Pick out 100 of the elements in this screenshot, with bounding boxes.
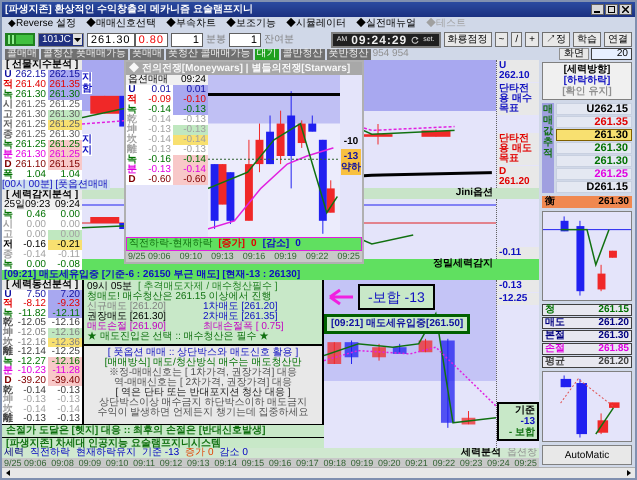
tracking-value: 261.25 <box>593 169 629 179</box>
tracking-value: D261.15 <box>585 182 629 192</box>
row-label: 坤 <box>126 125 138 135</box>
table-cell: -12.36 <box>48 338 82 348</box>
close-button[interactable] <box>619 4 632 15</box>
order-value: 261.20 <box>598 318 629 328</box>
tool-button[interactable]: ↗정 <box>542 32 570 47</box>
table-cell: 261.25 <box>48 150 82 160</box>
strategy-line: [매매방식] 매도/청산방식 매수는 매도청산만 <box>104 358 302 368</box>
table-cell-text: 7.50 <box>26 290 46 300</box>
row-label: 녹 <box>2 308 14 318</box>
order-value: 261.30 <box>598 331 629 341</box>
menu-item[interactable]: ◆부속차트 <box>166 19 216 29</box>
table-cell-text: -0.13 <box>147 165 172 175</box>
popup-title: ◆ 전의전쟁[Moneywars] | 별들의전쟁[Starwars] <box>126 62 362 75</box>
panel-title: [ 세력동선분석 ] <box>2 280 82 290</box>
value-label: -0.13 <box>497 280 539 292</box>
table-cell-text: -0.13 <box>22 414 47 424</box>
table-cell: 261.30 <box>48 110 82 120</box>
time-label: 09:25 <box>337 251 360 262</box>
trend-box: -보합 -13 <box>358 284 435 310</box>
row-label: 坤 <box>2 395 14 405</box>
table-cell-text: -0.13 <box>56 386 81 396</box>
menu-item[interactable]: ◆시뮬레이터 <box>286 19 346 29</box>
table-cell-text: -0.13 <box>56 395 81 405</box>
screen-field[interactable]: 20 <box>591 48 632 60</box>
row-label: 坎 <box>126 135 138 145</box>
row-label: 離 <box>126 145 138 155</box>
time-label: 09:12 <box>160 458 182 468</box>
notice-text: [00시 00분] [풋옵션매매 <box>2 180 110 190</box>
screen-label[interactable]: 화면 <box>559 48 589 60</box>
value-label: -0.11 <box>497 247 539 259</box>
table-cell-text: 0.00 <box>26 220 47 230</box>
row-label: 적 <box>126 95 138 105</box>
row-label: 고 <box>2 110 14 120</box>
status-text: 직전하락 <box>30 448 70 458</box>
menu-item[interactable]: ◆실전매뉴얼 <box>356 19 416 29</box>
table-cell: -0.13 <box>173 105 208 115</box>
footer-label: [증가] <box>218 239 246 249</box>
time-label: 09:14 <box>214 458 237 468</box>
row-label: 乾 <box>3 386 14 396</box>
tool-button[interactable]: / <box>511 32 522 47</box>
tool-button[interactable]: + <box>525 32 539 47</box>
order-label: 청 <box>545 305 555 315</box>
symbol-dropdown[interactable]: 101JC <box>38 32 84 46</box>
table-cell-text: -0.13 <box>182 115 207 125</box>
table-cell-text: -0.16 <box>147 155 172 165</box>
left-arrow-icon <box>328 288 354 306</box>
table-cell: 0.01 <box>173 85 208 95</box>
row-label: 종 <box>2 250 14 260</box>
status-text: 감소 0 <box>220 448 248 458</box>
table-cell-text: 261.25 <box>14 130 47 140</box>
minimize-button[interactable] <box>591 4 604 15</box>
advice-headline: [ 추격매도자제 / 매수청산필수 ] <box>138 282 278 292</box>
table-cell: -0.21 <box>48 240 82 250</box>
table-cell-text: -0.60 <box>147 175 172 185</box>
table-cell-text: -12.16 <box>16 338 47 348</box>
time-label: 09:15 <box>242 458 264 468</box>
footer-value: 0 <box>251 239 257 249</box>
tool-button[interactable]: 연결 <box>604 32 632 47</box>
remaining-field[interactable]: 1 <box>228 32 261 46</box>
footer-label: [감소] <box>262 239 290 249</box>
horizontal-scrollbar[interactable] <box>2 467 635 478</box>
refresh-icon <box>411 36 420 44</box>
tool-button[interactable]: 학습 <box>573 32 601 47</box>
time-label: 09:16 <box>242 251 266 262</box>
scroll-right-icon[interactable] <box>625 469 633 477</box>
time-label: 09:22 <box>432 458 456 468</box>
table-cell-text: -12.05 <box>16 318 47 328</box>
menu-item[interactable]: ◆보조기능 <box>226 19 276 29</box>
interval-field[interactable]: 1 <box>170 32 203 46</box>
row-label: 녹 <box>2 210 14 220</box>
time-label: 9/25 09:06 <box>4 458 47 468</box>
status-text: 세력 <box>4 448 24 458</box>
table-cell-text: -0.14 <box>22 250 47 260</box>
row-label: D <box>4 160 12 170</box>
tool-button[interactable]: ~ <box>494 32 508 47</box>
price-target: 2차매도 [261.35] <box>203 312 278 322</box>
table-cell-text: 261.25 <box>14 120 47 130</box>
row-label: 녹 <box>2 90 14 100</box>
automatic-button[interactable]: AutoMatic <box>542 445 632 465</box>
status-indicator: 콜청산 풋매매가능 <box>41 48 128 60</box>
time-label: 09:13 <box>211 251 234 262</box>
level-label: -10 <box>344 137 358 147</box>
row-label: U <box>128 85 137 95</box>
table-header: 옵션매매 <box>127 75 169 85</box>
table-cell-text: 0.00 <box>60 220 81 230</box>
advice-footer: ★ 매도진입은 선택 :: 매수청산은 필수 ★ <box>87 332 319 342</box>
menu-item[interactable]: ◆Reverse 설정 <box>8 19 76 29</box>
maximize-button[interactable] <box>605 4 618 15</box>
footer-text: 직전하락-현재하락 <box>129 239 212 249</box>
tracking-value: 261.30 <box>593 130 629 140</box>
status-indicator: 대기 <box>254 48 279 60</box>
time-label: 09:16 <box>268 458 292 468</box>
tracking-value: 261.30 <box>593 156 629 166</box>
tool-button[interactable]: 화룡점정 <box>444 32 492 47</box>
panel-title: [ 선물지수분석 ] <box>2 60 82 70</box>
side-label: 지지 <box>82 134 92 156</box>
table-header: 09:24 <box>180 75 207 85</box>
menu-item[interactable]: ◆매매신호선택 <box>86 19 156 29</box>
